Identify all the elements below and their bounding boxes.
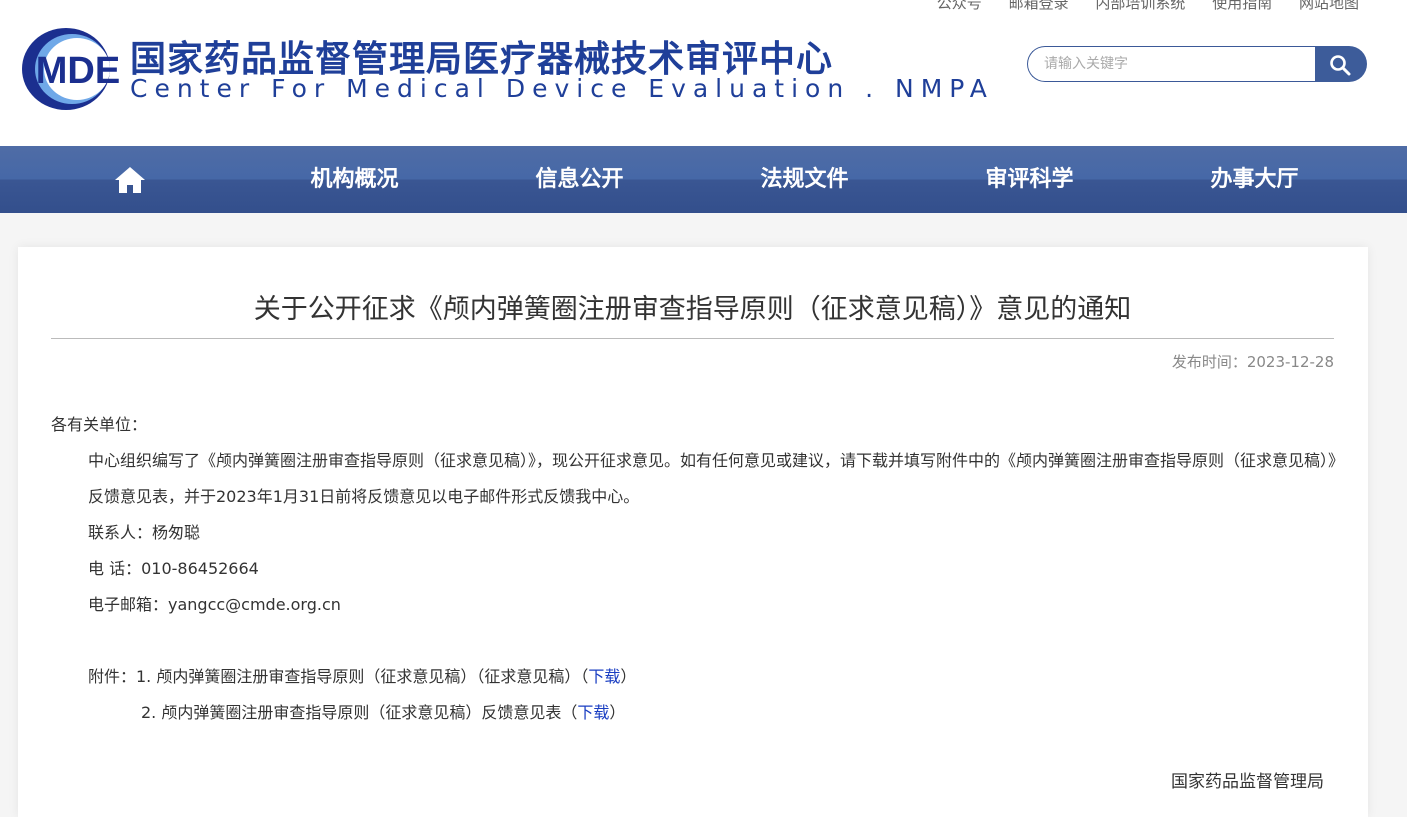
attachment-1-text: 附件：1. 颅内弹簧圈注册审查指导原则（征求意见稿）（征求意见稿）（ [88,667,589,686]
home-icon [115,167,145,193]
top-link-sitemap[interactable]: 网站地图 [1299,0,1359,12]
main-paragraph: 中心组织编写了《颅内弹簧圈注册审查指导原则（征求意见稿）》，现公开征求意见。如有… [88,451,1337,506]
issuing-organization: 国家药品监督管理局 [1171,772,1324,792]
logo-text: MDE [36,50,120,92]
top-link-training[interactable]: 内部培训系统 [1095,0,1185,12]
top-link-guide[interactable]: 使用指南 [1212,0,1272,12]
nav-item-regulations[interactable]: 法规文件 [692,146,917,213]
search-input[interactable] [1027,46,1315,82]
top-link-mail-login[interactable]: 邮箱登录 [1009,0,1069,12]
mde-logo[interactable]: MDE [20,26,120,112]
attachment-2: 2. 颅内弹簧圈注册审查指导原则（征求意见稿）反馈意见表（下载） [51,695,1336,731]
article-title: 关于公开征求《颅内弹簧圈注册审查指导原则（征求意见稿）》意见的通知 [253,294,1132,325]
title-divider [51,338,1334,339]
site-subtitle: Center For Medical Device Evaluation . N… [130,74,994,103]
attachment-2-close: ） [609,703,626,722]
search-icon [1330,55,1351,76]
nav-item-about[interactable]: 机构概况 [242,146,467,213]
attachment-2-text: 2. 颅内弹簧圈注册审查指导原则（征求意见稿）反馈意见表（ [141,703,578,722]
attachment-1-download-link[interactable]: 下载 [588,667,620,686]
attachment-2-download-link[interactable]: 下载 [577,703,609,722]
attachment-1-close: ） [620,667,637,686]
main-nav: 机构概况 信息公开 法规文件 审评科学 办事大厅 [0,146,1407,213]
article-body: 各有关单位： 中心组织编写了《颅内弹簧圈注册审查指导原则（征求意见稿）》，现公开… [51,407,1336,731]
top-link-wechat[interactable]: 公众号 [937,0,982,12]
nav-item-service-hall[interactable]: 办事大厅 [1142,146,1367,213]
contact-person: 联系人：杨匆聪 [88,523,201,542]
article-card: 关于公开征求《颅内弹簧圈注册审查指导原则（征求意见稿）》意见的通知 发布时间：2… [18,247,1368,817]
site-header: 公众号 邮箱登录 内部培训系统 使用指南 网站地图 MDE 国家药品监督管理局医… [0,0,1407,146]
nav-home[interactable] [17,146,242,213]
publish-date: 发布时间：2023-12-28 [1171,353,1334,371]
nav-item-info[interactable]: 信息公开 [467,146,692,213]
search-box [1027,46,1367,82]
attachment-1: 附件：1. 颅内弹簧圈注册审查指导原则（征求意见稿）（征求意见稿）（下载） [51,659,1336,695]
contact-email: 电子邮箱：yangcc@cmde.org.cn [88,595,341,614]
nav-item-review-science[interactable]: 审评科学 [917,146,1142,213]
search-button[interactable] [1315,46,1367,82]
contact-phone: 电 话：010-86452664 [88,559,259,578]
salutation: 各有关单位： [51,415,148,434]
top-links: 公众号 邮箱登录 内部培训系统 使用指南 网站地图 [915,0,1359,13]
